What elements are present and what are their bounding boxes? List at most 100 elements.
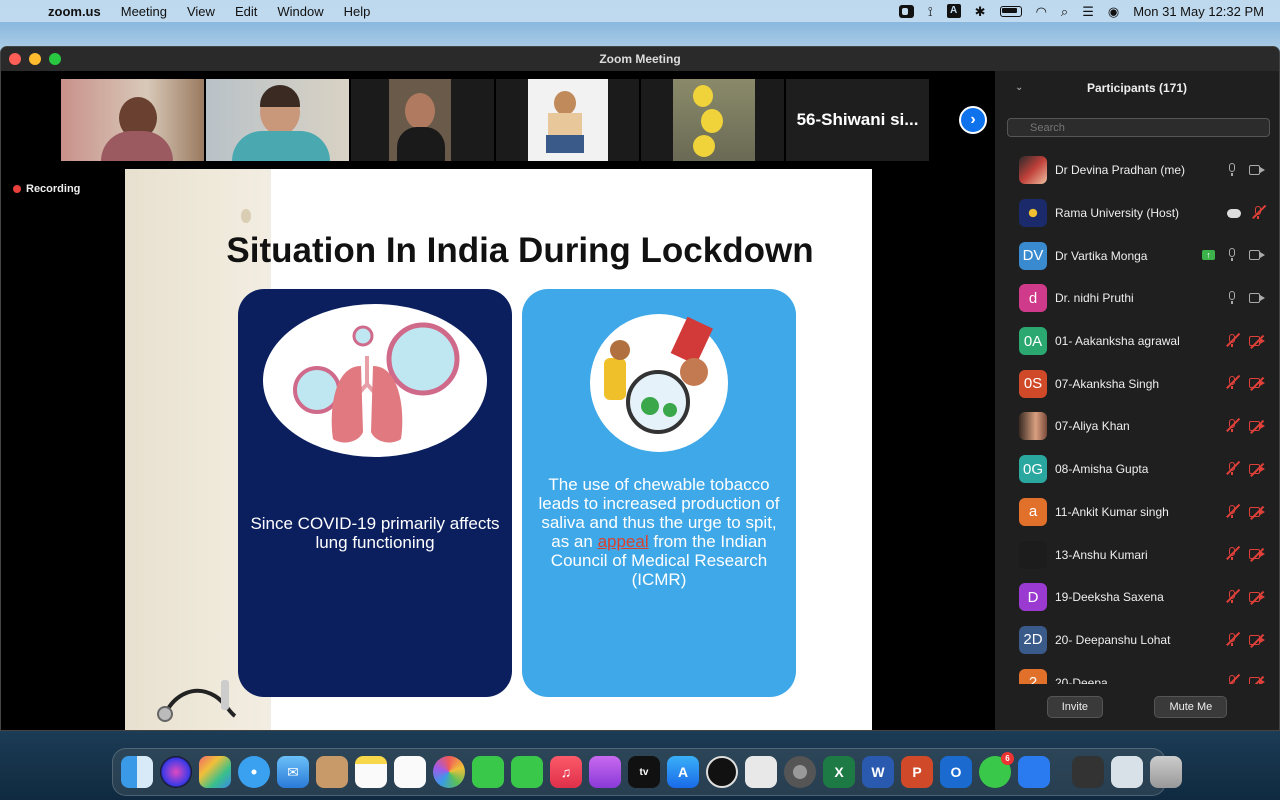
- outlook-icon[interactable]: O: [940, 756, 972, 788]
- mic-muted-icon[interactable]: [1225, 375, 1240, 390]
- participant-name: 01- Aakanksha agrawal: [1055, 334, 1180, 349]
- minimize-button[interactable]: [29, 53, 41, 65]
- participant-row[interactable]: 2 20-Deepa: [995, 661, 1279, 684]
- participant-row[interactable]: 0S 07-Akanksha Singh: [995, 362, 1279, 405]
- maximize-button[interactable]: [49, 53, 61, 65]
- mute-me-button[interactable]: Mute Me: [1154, 696, 1228, 718]
- airplay-icon[interactable]: ⟟: [928, 5, 933, 18]
- mic-icon[interactable]: [1225, 162, 1239, 177]
- trash-icon[interactable]: [1150, 756, 1182, 788]
- spotlight-icon[interactable]: ⌕: [1061, 5, 1068, 18]
- reminders-icon[interactable]: [394, 756, 426, 788]
- mic-muted-icon[interactable]: [1225, 674, 1240, 684]
- participant-row[interactable]: 13-Anshu Kumari: [995, 533, 1279, 576]
- apple-icon[interactable]: [18, 3, 32, 19]
- zoom-status-icon[interactable]: [898, 4, 914, 18]
- slide-appeal-link[interactable]: appeal: [598, 532, 649, 551]
- mic-muted-icon[interactable]: [1251, 204, 1266, 220]
- video-off-icon[interactable]: [1249, 334, 1265, 349]
- system-preferences-icon[interactable]: [784, 756, 816, 788]
- battery-icon[interactable]: [999, 5, 1022, 17]
- word-icon[interactable]: W: [862, 756, 894, 788]
- video-tile[interactable]: [61, 79, 204, 161]
- photos-icon[interactable]: [433, 756, 465, 788]
- menu-app-name[interactable]: zoom.us: [48, 4, 101, 19]
- video-off-icon[interactable]: [1249, 505, 1265, 520]
- menu-window[interactable]: Window: [277, 4, 323, 19]
- app-store-icon[interactable]: A: [667, 756, 699, 788]
- mic-muted-icon[interactable]: [1225, 332, 1240, 348]
- participant-row[interactable]: 0G 08-Amisha Gupta: [995, 448, 1279, 491]
- participant-row[interactable]: d Dr. nidhi Pruthi: [995, 277, 1279, 320]
- finder-icon[interactable]: [121, 756, 153, 788]
- video-off-icon[interactable]: [1249, 676, 1265, 684]
- invite-button[interactable]: Invite: [1046, 696, 1104, 718]
- next-page-button[interactable]: ›: [959, 106, 987, 134]
- video-off-icon[interactable]: [1249, 590, 1265, 605]
- video-off-icon[interactable]: [1249, 419, 1265, 434]
- music-icon[interactable]: ♫: [550, 756, 582, 788]
- siri-icon[interactable]: [160, 756, 192, 788]
- video-tile-active-speaker[interactable]: [206, 79, 349, 161]
- mic-muted-icon[interactable]: [1225, 417, 1240, 433]
- participants-search-input[interactable]: [1007, 118, 1270, 137]
- menu-help[interactable]: Help: [344, 4, 371, 19]
- video-off-icon[interactable]: [1249, 462, 1265, 477]
- video-tile[interactable]: [641, 79, 784, 161]
- mail-icon[interactable]: ✉: [277, 756, 309, 788]
- bluetooth-icon[interactable]: ✱: [975, 5, 986, 18]
- notes-icon[interactable]: [355, 756, 387, 788]
- messages-icon[interactable]: [472, 756, 504, 788]
- menu-view[interactable]: View: [187, 4, 215, 19]
- powerpoint-icon[interactable]: P: [901, 756, 933, 788]
- whatsapp-icon[interactable]: 6: [979, 752, 1014, 788]
- zoom-icon[interactable]: [1018, 756, 1050, 788]
- downloads-stack-icon[interactable]: [1111, 756, 1143, 788]
- menu-meeting[interactable]: Meeting: [121, 4, 167, 19]
- participant-row[interactable]: Dr Devina Pradhan (me): [995, 149, 1279, 192]
- input-source-icon[interactable]: A: [946, 4, 961, 18]
- menu-clock[interactable]: Mon 31 May 12:32 PM: [1133, 4, 1264, 19]
- mic-muted-icon[interactable]: [1225, 546, 1240, 561]
- video-tile[interactable]: [496, 79, 639, 161]
- video-off-icon[interactable]: [1249, 377, 1265, 392]
- participant-row[interactable]: 2D 20- Deepanshu Lohat: [995, 619, 1279, 662]
- participant-row[interactable]: D 19-Deeksha Saxena: [995, 576, 1279, 619]
- video-tile[interactable]: [351, 79, 494, 161]
- apple-tv-icon[interactable]: tv: [628, 756, 660, 788]
- control-center-icon[interactable]: ☰: [1082, 5, 1094, 18]
- video-camera-icon[interactable]: [1249, 292, 1265, 304]
- video-off-icon[interactable]: [1249, 633, 1265, 648]
- recording-indicator[interactable]: Recording: [13, 183, 80, 195]
- screenshot-icon[interactable]: [745, 756, 777, 788]
- facetime-icon[interactable]: [511, 756, 543, 788]
- participant-row[interactable]: Rama University (Host): [995, 192, 1279, 235]
- participant-row[interactable]: 07-Aliya Khan: [995, 405, 1279, 448]
- podcasts-icon[interactable]: [589, 756, 621, 788]
- menu-edit[interactable]: Edit: [235, 4, 257, 19]
- launchpad-icon[interactable]: [199, 756, 231, 788]
- siri-icon[interactable]: ◉: [1108, 5, 1119, 18]
- close-button[interactable]: [9, 53, 21, 65]
- mic-muted-icon[interactable]: [1225, 503, 1240, 519]
- contacts-icon[interactable]: [316, 756, 348, 788]
- excel-icon[interactable]: X: [823, 756, 855, 788]
- mic-icon[interactable]: [1225, 247, 1239, 262]
- mic-icon[interactable]: [1225, 290, 1239, 305]
- video-tile-name-only[interactable]: 56-Shiwani si...: [786, 79, 929, 161]
- activity-monitor-icon[interactable]: [706, 756, 738, 788]
- mic-muted-icon[interactable]: [1225, 588, 1240, 604]
- safari-icon[interactable]: [238, 756, 270, 788]
- participant-status-icons: [1225, 460, 1265, 477]
- video-camera-icon[interactable]: [1249, 164, 1265, 176]
- wifi-icon[interactable]: ◠: [1036, 5, 1047, 18]
- slide-panel-right: The use of chewable tobacco leads to inc…: [522, 289, 796, 697]
- participant-row[interactable]: 0A 01- Aakanksha agrawal: [995, 320, 1279, 363]
- video-off-icon[interactable]: [1249, 548, 1265, 562]
- participant-row[interactable]: a 11-Ankit Kumar singh: [995, 491, 1279, 534]
- participant-row[interactable]: DV Dr Vartika Monga ↑: [995, 234, 1279, 277]
- recent-window-icon[interactable]: [1072, 756, 1104, 788]
- mic-muted-icon[interactable]: [1225, 460, 1240, 476]
- mic-muted-icon[interactable]: [1225, 631, 1240, 647]
- video-camera-icon[interactable]: [1249, 249, 1265, 261]
